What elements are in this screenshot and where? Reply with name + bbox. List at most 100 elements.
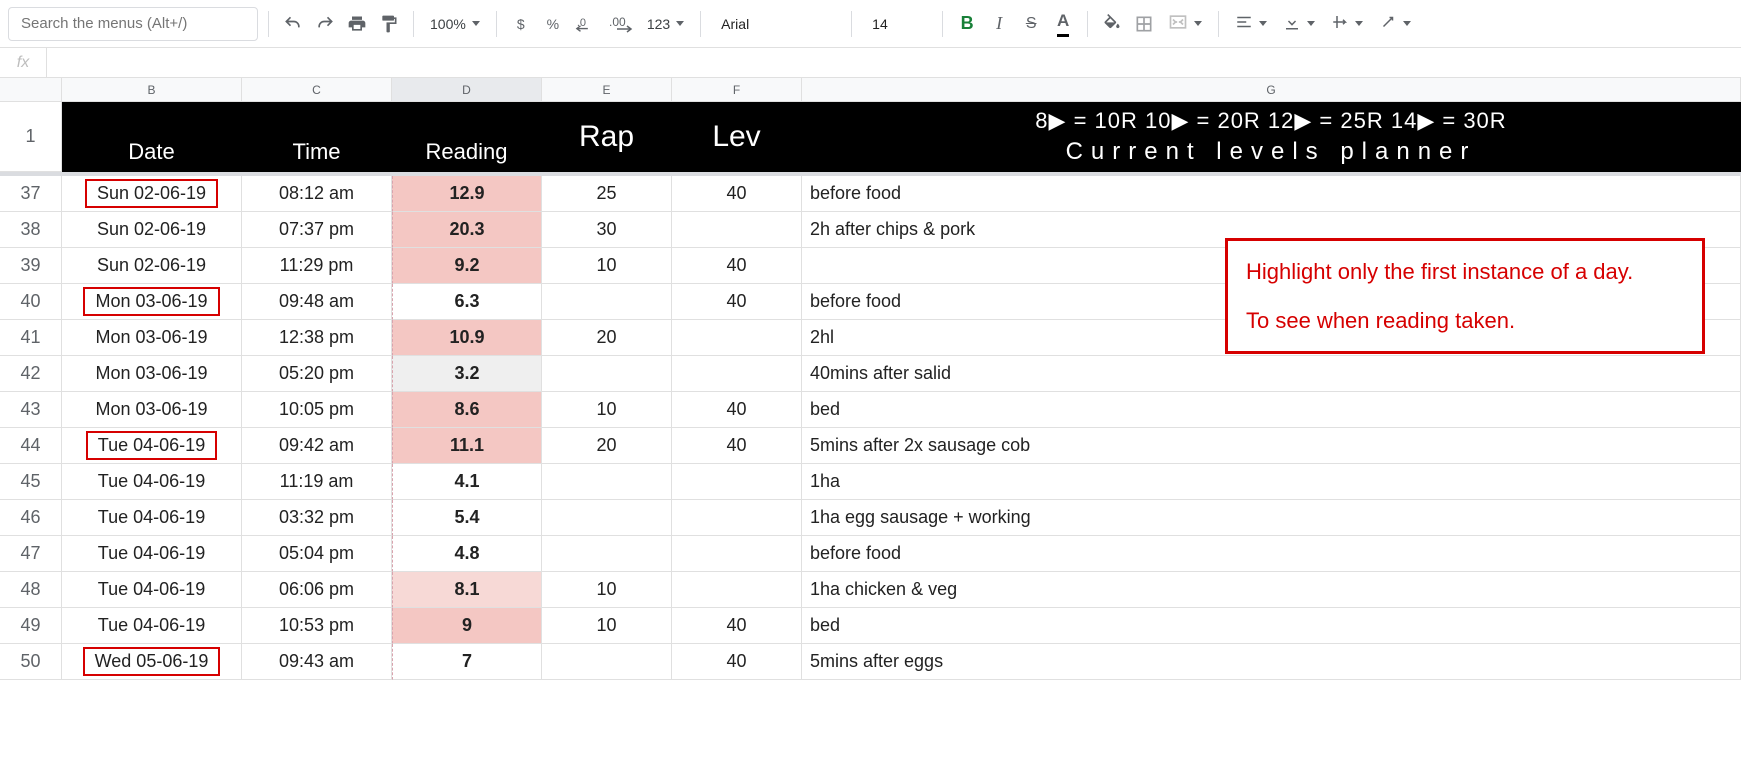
cell-date[interactable]: Tue 04-06-19 <box>62 608 242 644</box>
cell-rap[interactable] <box>542 644 672 680</box>
cell-reading[interactable]: 9.2 <box>392 248 542 284</box>
cell-rap[interactable]: 10 <box>542 248 672 284</box>
row-number[interactable]: 43 <box>0 392 62 428</box>
cell-note[interactable]: 1ha <box>802 464 1741 500</box>
row-number[interactable]: 38 <box>0 212 62 248</box>
cell-lev[interactable] <box>672 356 802 392</box>
cell-time[interactable]: 12:38 pm <box>242 320 392 356</box>
column-header-F[interactable]: F <box>672 78 802 101</box>
cell-reading[interactable]: 4.1 <box>392 464 542 500</box>
bold-button[interactable]: B <box>953 8 981 40</box>
cell-time[interactable]: 03:32 pm <box>242 500 392 536</box>
row-number[interactable]: 46 <box>0 500 62 536</box>
print-button[interactable] <box>343 8 371 40</box>
cell-lev[interactable]: 40 <box>672 284 802 320</box>
cell-lev[interactable]: 40 <box>672 176 802 212</box>
cell-reading[interactable]: 8.6 <box>392 392 542 428</box>
merge-cells-dropdown[interactable] <box>1162 8 1208 40</box>
cell-note[interactable]: 5mins after eggs <box>802 644 1741 680</box>
cell-date[interactable]: Sun 02-06-19 <box>62 212 242 248</box>
row-number-1[interactable]: 1 <box>0 102 62 172</box>
cell-note[interactable]: 1ha chicken & veg <box>802 572 1741 608</box>
header-reading[interactable]: Reading <box>392 102 542 172</box>
cell-note[interactable]: 5mins after 2x sausage cob <box>802 428 1741 464</box>
vertical-align-dropdown[interactable] <box>1277 8 1321 40</box>
cell-reading[interactable]: 6.3 <box>392 284 542 320</box>
cell-rap[interactable] <box>542 464 672 500</box>
cell-rap[interactable] <box>542 356 672 392</box>
cell-time[interactable]: 05:04 pm <box>242 536 392 572</box>
header-rap[interactable]: Rap <box>542 102 672 172</box>
cell-reading[interactable]: 7 <box>392 644 542 680</box>
cell-lev[interactable] <box>672 464 802 500</box>
column-header-G[interactable]: G <box>802 78 1741 101</box>
cell-reading[interactable]: 20.3 <box>392 212 542 248</box>
row-number[interactable]: 44 <box>0 428 62 464</box>
cell-time[interactable]: 06:06 pm <box>242 572 392 608</box>
header-date[interactable]: Date <box>62 102 242 172</box>
text-color-button[interactable]: A <box>1049 8 1077 40</box>
cell-note[interactable]: 40mins after salid <box>802 356 1741 392</box>
cell-reading[interactable]: 10.9 <box>392 320 542 356</box>
cell-lev[interactable]: 40 <box>672 428 802 464</box>
text-rotation-dropdown[interactable] <box>1373 8 1417 40</box>
row-number[interactable]: 45 <box>0 464 62 500</box>
cell-date[interactable]: Tue 04-06-19 <box>62 572 242 608</box>
cell-time[interactable]: 10:53 pm <box>242 608 392 644</box>
cell-time[interactable]: 11:29 pm <box>242 248 392 284</box>
strikethrough-button[interactable]: S <box>1017 8 1045 40</box>
cell-reading[interactable]: 9 <box>392 608 542 644</box>
cell-rap[interactable] <box>542 536 672 572</box>
cell-date[interactable]: Mon 03-06-19 <box>62 284 242 320</box>
borders-button[interactable] <box>1130 8 1158 40</box>
formula-input[interactable] <box>46 48 1741 77</box>
cell-note[interactable]: bed <box>802 392 1741 428</box>
horizontal-align-dropdown[interactable] <box>1229 8 1273 40</box>
column-header-D[interactable]: D <box>392 78 542 101</box>
undo-button[interactable] <box>279 8 307 40</box>
header-time[interactable]: Time <box>242 102 392 172</box>
row-number[interactable]: 40 <box>0 284 62 320</box>
cell-reading[interactable]: 3.2 <box>392 356 542 392</box>
cell-time[interactable]: 05:20 pm <box>242 356 392 392</box>
fill-color-button[interactable] <box>1098 8 1126 40</box>
cell-time[interactable]: 11:19 am <box>242 464 392 500</box>
cell-rap[interactable] <box>542 284 672 320</box>
cell-note[interactable]: bed <box>802 608 1741 644</box>
cell-lev[interactable]: 40 <box>672 608 802 644</box>
cell-date[interactable]: Tue 04-06-19 <box>62 536 242 572</box>
cell-note[interactable]: before food <box>802 536 1741 572</box>
select-all-corner[interactable] <box>0 78 62 101</box>
cell-lev[interactable]: 40 <box>672 644 802 680</box>
cell-reading[interactable]: 4.8 <box>392 536 542 572</box>
cell-rap[interactable]: 25 <box>542 176 672 212</box>
font-size-dropdown[interactable]: 14 <box>862 9 932 39</box>
cell-rap[interactable]: 10 <box>542 572 672 608</box>
cell-date[interactable]: Mon 03-06-19 <box>62 392 242 428</box>
cell-date[interactable]: Tue 04-06-19 <box>62 428 242 464</box>
cell-reading[interactable]: 12.9 <box>392 176 542 212</box>
cell-lev[interactable] <box>672 572 802 608</box>
text-wrap-dropdown[interactable] <box>1325 8 1369 40</box>
cell-date[interactable]: Tue 04-06-19 <box>62 464 242 500</box>
cell-lev[interactable] <box>672 212 802 248</box>
header-lev[interactable]: Lev <box>672 102 802 172</box>
cell-rap[interactable]: 20 <box>542 320 672 356</box>
zoom-dropdown[interactable]: 100% <box>424 8 486 40</box>
cell-time[interactable]: 08:12 am <box>242 176 392 212</box>
row-number[interactable]: 50 <box>0 644 62 680</box>
column-header-E[interactable]: E <box>542 78 672 101</box>
font-family-dropdown[interactable]: Arial <box>711 9 841 39</box>
row-number[interactable]: 39 <box>0 248 62 284</box>
cell-lev[interactable] <box>672 500 802 536</box>
cell-reading[interactable]: 5.4 <box>392 500 542 536</box>
italic-button[interactable]: I <box>985 8 1013 40</box>
format-currency-button[interactable]: $ <box>507 8 535 40</box>
row-number[interactable]: 41 <box>0 320 62 356</box>
cell-date[interactable]: Sun 02-06-19 <box>62 176 242 212</box>
cell-rap[interactable] <box>542 500 672 536</box>
row-number[interactable]: 47 <box>0 536 62 572</box>
row-number[interactable]: 49 <box>0 608 62 644</box>
cell-lev[interactable]: 40 <box>672 392 802 428</box>
cell-time[interactable]: 10:05 pm <box>242 392 392 428</box>
